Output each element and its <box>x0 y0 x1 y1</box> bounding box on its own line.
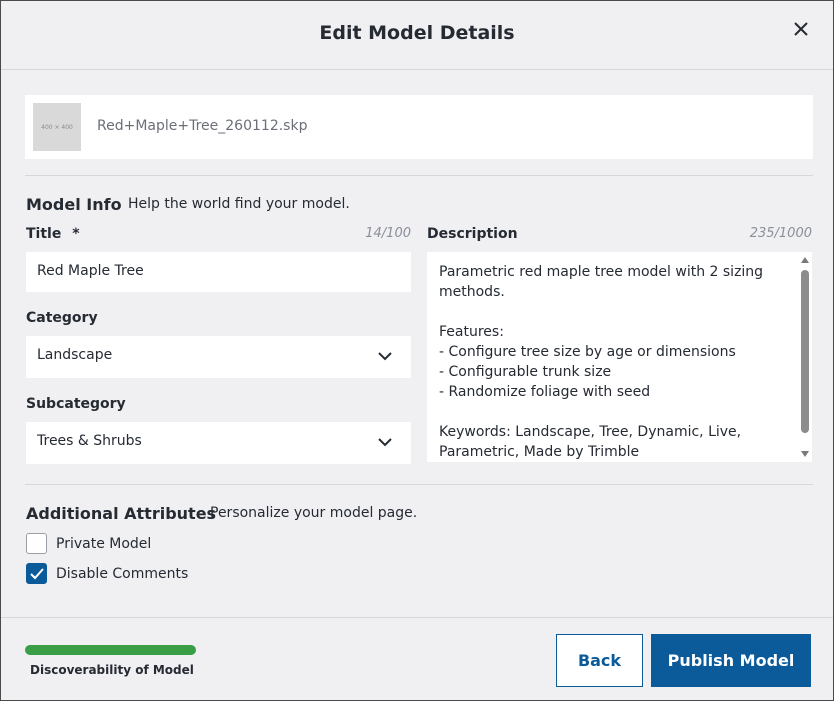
subcategory-label: Subcategory <box>26 396 126 412</box>
description-scrollbar[interactable] <box>798 252 812 462</box>
divider <box>25 175 813 176</box>
disable-comments-label[interactable]: Disable Comments <box>56 566 188 582</box>
scroll-down-icon[interactable] <box>801 451 809 457</box>
category-label: Category <box>26 310 98 326</box>
dialog-footer: Discoverability of Model Back Publish Mo… <box>1 617 833 700</box>
title-label-text: Title <box>26 226 62 242</box>
subcategory-select[interactable]: Trees & Shrubs <box>26 422 411 464</box>
scrollbar-thumb[interactable] <box>801 270 809 433</box>
back-button[interactable]: Back <box>556 634 643 687</box>
disable-comments-checkbox[interactable] <box>26 563 47 584</box>
chevron-down-icon <box>378 438 392 447</box>
title-counter: 14/100 <box>365 226 411 241</box>
chevron-down-icon <box>378 352 392 361</box>
title-input[interactable]: Red Maple Tree <box>26 252 411 292</box>
edit-model-dialog: Edit Model Details 400 × 400 Red+Maple+T… <box>0 0 834 701</box>
close-icon[interactable] <box>789 17 813 41</box>
dialog-header: Edit Model Details <box>1 1 833 70</box>
scroll-up-icon[interactable] <box>801 257 809 263</box>
discoverability-label: Discoverability of Model <box>30 663 194 677</box>
publish-model-button[interactable]: Publish Model <box>651 634 811 687</box>
description-textarea[interactable]: Parametric red maple tree model with 2 s… <box>427 252 812 462</box>
category-value: Landscape <box>37 347 113 363</box>
description-counter: 235/1000 <box>749 226 812 241</box>
discoverability-progress-fill <box>25 645 196 655</box>
additional-attributes-heading: Additional Attributes <box>26 504 217 523</box>
category-select[interactable]: Landscape <box>26 336 411 378</box>
dialog-title: Edit Model Details <box>319 22 515 44</box>
additional-attributes-hint: Personalize your model page. <box>210 505 418 521</box>
private-model-checkbox[interactable] <box>26 533 47 554</box>
required-mark: * <box>72 226 80 242</box>
model-info-heading: Model Info <box>26 195 122 214</box>
title-label: Title * <box>26 226 80 242</box>
subcategory-value: Trees & Shrubs <box>37 433 142 449</box>
file-row: 400 × 400 Red+Maple+Tree_260112.skp <box>25 95 813 159</box>
model-info-hint: Help the world find your model. <box>128 196 350 212</box>
discoverability-progress-bar <box>25 645 196 655</box>
model-thumbnail: 400 × 400 <box>33 103 81 151</box>
divider <box>25 484 813 485</box>
private-model-label[interactable]: Private Model <box>56 536 151 552</box>
checkmark-icon <box>30 568 44 580</box>
description-label: Description <box>427 226 518 242</box>
thumbnail-placeholder-text: 400 × 400 <box>41 123 73 131</box>
file-name: Red+Maple+Tree_260112.skp <box>97 118 308 134</box>
